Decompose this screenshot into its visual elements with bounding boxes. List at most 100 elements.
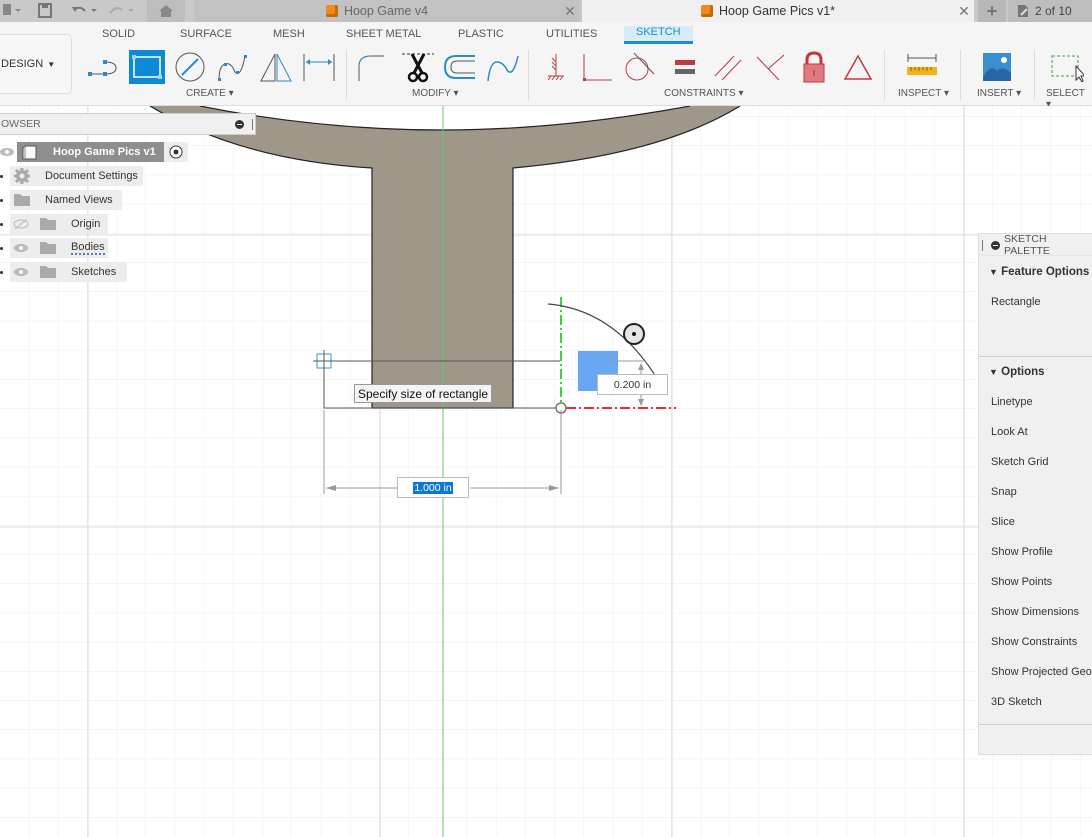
eye-icon[interactable] [0, 146, 14, 158]
browser-item-named-views[interactable]: Named Views [0, 190, 122, 210]
fillet-tool[interactable] [354, 50, 390, 84]
option-linetype[interactable]: Linetype [991, 396, 1033, 408]
option-look-at[interactable]: Look At [991, 426, 1028, 438]
redo-button[interactable] [108, 0, 138, 22]
gear-icon [14, 168, 30, 184]
collapse-icon[interactable] [991, 241, 1000, 250]
equal-tool[interactable] [667, 50, 703, 84]
tab-utilities[interactable]: UTILITIES [546, 28, 597, 48]
save-button[interactable] [38, 0, 52, 22]
folder-icon [40, 266, 56, 278]
option-show-dimensions[interactable]: Show Dimensions [991, 606, 1079, 618]
option-show-projected-geometries[interactable]: Show Projected Geometries [991, 666, 1092, 678]
close-tab-icon[interactable]: ✕ [954, 3, 974, 20]
insert-image-tool[interactable] [979, 50, 1015, 84]
tab-plastic[interactable]: PLASTIC [458, 28, 504, 48]
home-button[interactable] [147, 0, 185, 22]
browser-item-sketches[interactable]: Sketches [0, 262, 128, 282]
browser-root-item[interactable]: Hoop Game Pics v1 [0, 142, 188, 162]
tangent-tool[interactable] [622, 50, 658, 84]
browser-panel-header[interactable]: OWSER [0, 113, 256, 135]
chevron-down-icon: ▼ [47, 59, 56, 69]
tab-hoop-game-pics-v1[interactable]: Hoop Game Pics v1* ✕ [582, 0, 974, 22]
sketch-dimension-tool[interactable] [301, 50, 337, 84]
option-show-points[interactable]: Show Points [991, 576, 1052, 588]
option-snap[interactable]: Snap [991, 486, 1017, 498]
bullet [0, 175, 3, 178]
line-tool[interactable] [86, 50, 122, 84]
constraints-menu[interactable]: CONSTRAINTS ▾ [664, 88, 743, 99]
tab-solid[interactable]: SOLID [102, 28, 135, 48]
sketch-viewport[interactable] [0, 106, 1092, 837]
perpendicular-tool[interactable] [580, 50, 616, 84]
plus-icon: + [986, 0, 998, 21]
coincident-tool[interactable] [752, 50, 788, 84]
divider [979, 724, 1092, 725]
circle-tool[interactable] [172, 50, 208, 84]
tab-hoop-game-v4[interactable]: Hoop Game v4 ✕ [194, 0, 580, 22]
divider [960, 50, 961, 100]
triangle-icon [843, 54, 873, 80]
height-dimension-input[interactable]: 0.200 in [597, 374, 668, 395]
spline-tool[interactable] [215, 50, 251, 84]
browser-item-document-settings[interactable]: Document Settings [0, 166, 143, 186]
options-section[interactable]: ▼ Options [989, 366, 1045, 378]
close-tab-icon[interactable]: ✕ [560, 3, 580, 20]
mirror-tool[interactable] [258, 50, 294, 84]
parallel-icon [714, 55, 742, 81]
offset-tool[interactable] [442, 50, 478, 84]
save-icon [38, 3, 52, 18]
parallel-tool[interactable] [710, 50, 746, 84]
rectangle-tool[interactable] [129, 50, 165, 84]
offset-icon [443, 55, 475, 79]
workspace-switcher[interactable]: DESIGN ▼ [0, 34, 72, 94]
eye-hidden-icon[interactable] [13, 218, 29, 230]
trim-tool[interactable] [400, 50, 436, 84]
fix-icon [547, 54, 564, 81]
option-slice[interactable]: Slice [991, 516, 1015, 528]
feature-options-section[interactable]: ▼ Feature Options [989, 266, 1089, 278]
divider [1034, 50, 1035, 100]
lock-tool[interactable] [796, 50, 832, 84]
bullet [0, 223, 3, 226]
select-tool[interactable] [1048, 50, 1084, 84]
panel-grip[interactable] [982, 240, 983, 251]
option-sketch-grid[interactable]: Sketch Grid [991, 456, 1048, 468]
tab-mesh[interactable]: MESH [273, 28, 305, 48]
fix-constraint-tool[interactable] [538, 50, 574, 84]
bullet [0, 271, 3, 274]
eye-icon[interactable] [13, 242, 29, 254]
panel-grip[interactable] [252, 119, 253, 130]
file-menu-button[interactable] [2, 0, 22, 22]
tab-surface[interactable]: SURFACE [180, 28, 232, 48]
width-dimension-input[interactable]: 1.000 in [397, 477, 469, 498]
tab-sheet-metal[interactable]: SHEET METAL [346, 28, 421, 48]
undo-button[interactable] [70, 0, 100, 22]
browser-item-bodies[interactable]: Bodies [0, 238, 108, 258]
modify-menu[interactable]: MODIFY ▾ [412, 88, 459, 99]
insert-menu[interactable]: INSERT ▾ [977, 88, 1021, 99]
scissors-icon [402, 53, 434, 83]
create-menu[interactable]: CREATE ▾ [186, 88, 234, 99]
measure-tool[interactable] [904, 50, 940, 84]
symmetry-tool[interactable] [840, 50, 876, 84]
feature-tool-name: Rectangle [991, 296, 1041, 308]
inspect-menu[interactable]: INSPECT ▾ [898, 88, 949, 99]
browser-item-origin[interactable]: Origin [0, 214, 109, 234]
collapse-icon[interactable] [235, 120, 244, 129]
window-select-icon [1051, 55, 1084, 82]
curve-icon [487, 55, 519, 82]
component-icon [22, 145, 37, 160]
option-show-profile[interactable]: Show Profile [991, 546, 1053, 558]
sketch-canvas[interactable]: Specify size of rectangle 0.200 in 1.000… [0, 106, 1092, 837]
activate-radio-icon[interactable] [168, 144, 184, 160]
job-status-button[interactable]: 2 of 10 [1008, 0, 1092, 22]
tab-sketch[interactable]: SKETCH [624, 26, 693, 44]
eye-icon[interactable] [13, 266, 29, 278]
option-3d-sketch[interactable]: 3D Sketch [991, 696, 1042, 708]
new-tab-button[interactable]: + [978, 0, 1006, 22]
palette-header[interactable]: SKETCH PALETTE [979, 233, 1092, 257]
option-show-constraints[interactable]: Show Constraints [991, 636, 1077, 648]
sketch-scale-tool[interactable] [485, 50, 521, 84]
tab-label: Hoop Game v4 [343, 4, 429, 18]
